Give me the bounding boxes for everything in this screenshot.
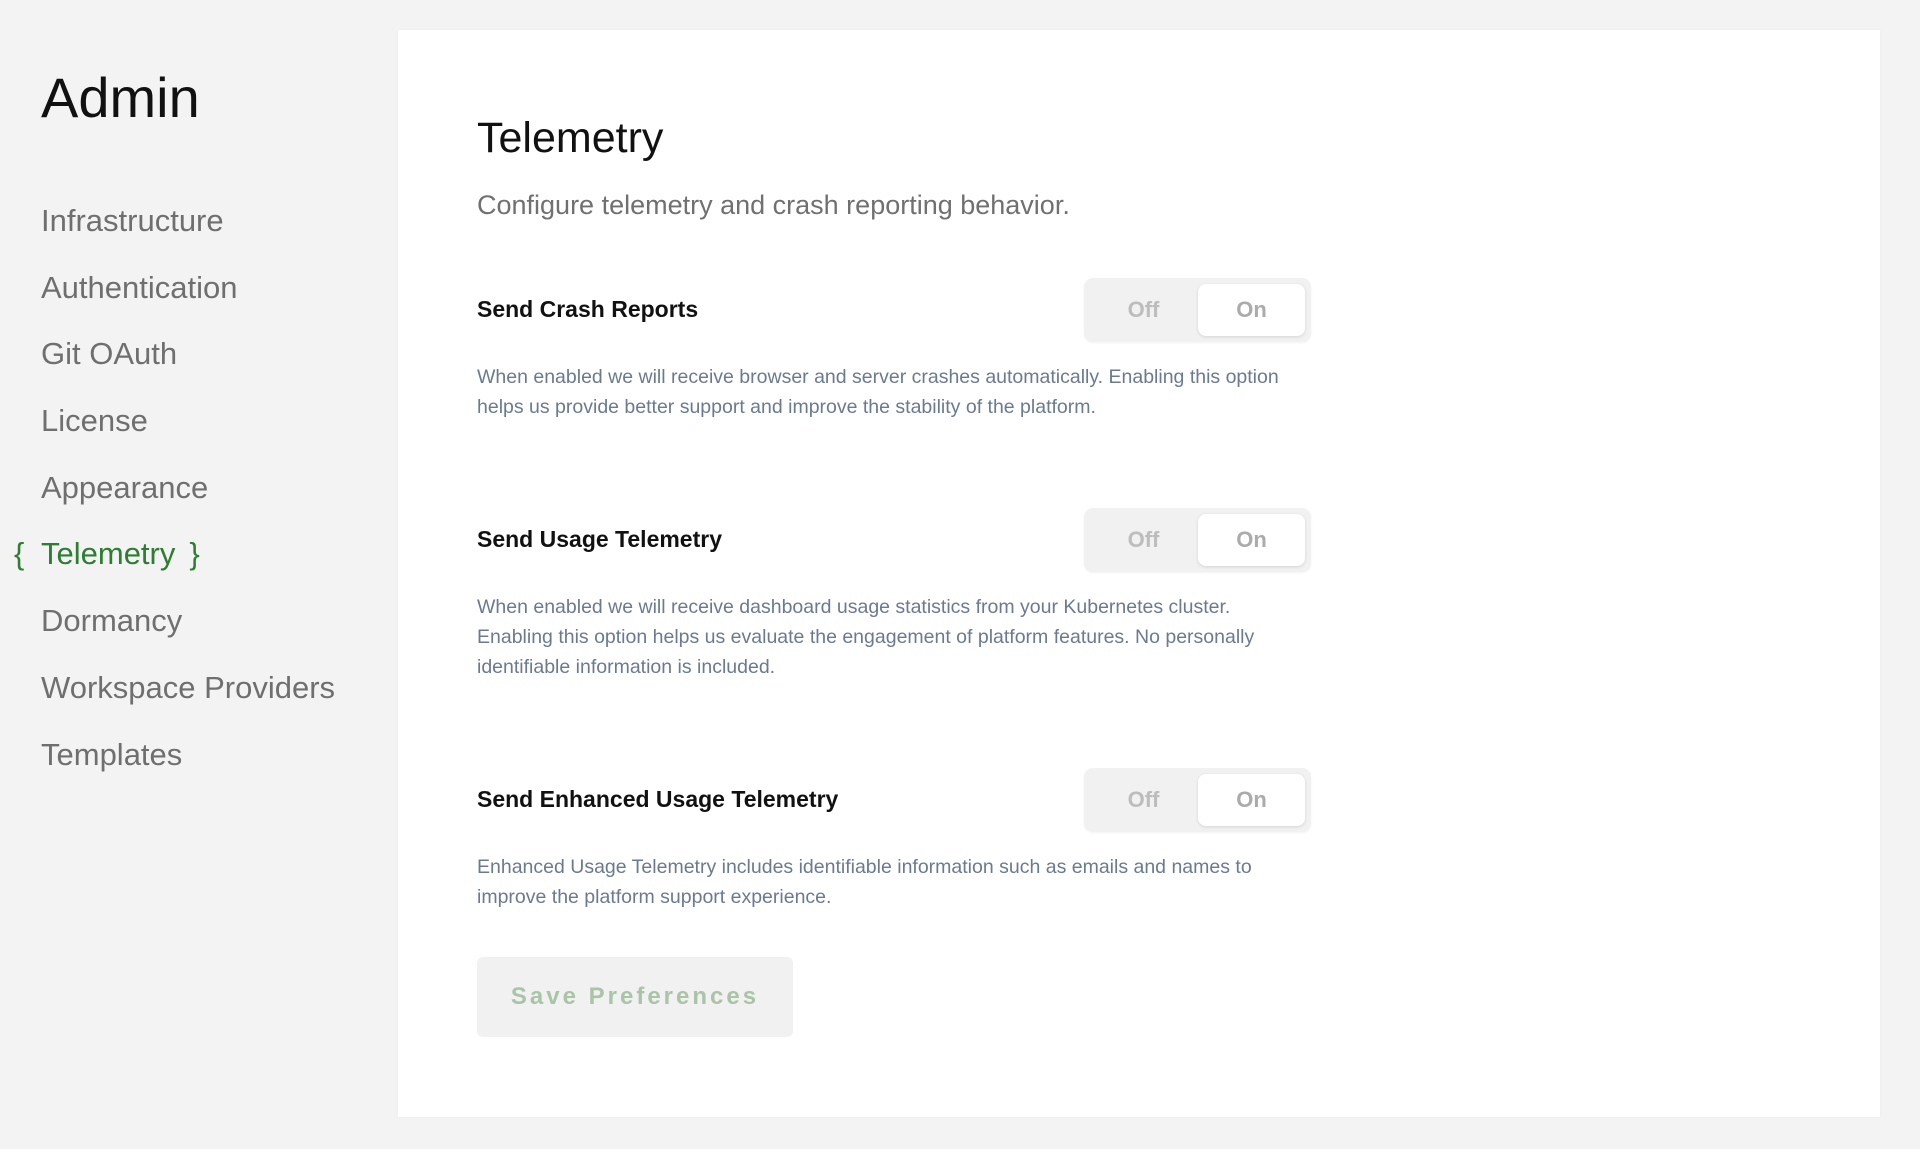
toggle-on-option[interactable]: On (1198, 514, 1305, 566)
setting-description: When enabled we will receive browser and… (477, 366, 1279, 418)
setting-label: Send Usage Telemetry (477, 526, 723, 552)
setting-description: When enabled we will receive dashboard u… (477, 596, 1255, 678)
setting-usage-telemetry: Send Usage Telemetry Off On When enabled… (477, 508, 1311, 708)
toggle-off-option[interactable]: Off (1090, 284, 1197, 336)
sidebar-nav: Infrastructure Authentication Git OAuth … (0, 188, 398, 788)
setting-enhanced-usage-telemetry: Send Enhanced Usage Telemetry Off On Enh… (477, 768, 1311, 948)
setting-description: Enhanced Usage Telemetry includes identi… (477, 856, 1252, 908)
sidebar-item-dormancy[interactable]: Dormancy (0, 588, 398, 655)
sidebar: Admin Infrastructure Authentication Git … (0, 0, 398, 1149)
usage-telemetry-toggle: Off On (1084, 508, 1311, 572)
setting-label: Send Enhanced Usage Telemetry (477, 786, 839, 812)
toggle-on-option[interactable]: On (1198, 774, 1305, 826)
sidebar-item-workspace-providers[interactable]: Workspace Providers (0, 655, 398, 722)
sidebar-item-appearance[interactable]: Appearance (0, 455, 398, 522)
sidebar-item-license[interactable]: License (0, 388, 398, 455)
sidebar-item-authentication[interactable]: Authentication (0, 255, 398, 322)
sidebar-item-infrastructure[interactable]: Infrastructure (0, 188, 398, 255)
sidebar-item-telemetry[interactable]: { Telemetry} (0, 521, 398, 588)
page-subtitle: Configure telemetry and crash reporting … (477, 190, 1070, 220)
sidebar-title: Admin (41, 66, 200, 129)
sidebar-item-templates[interactable]: Templates (0, 722, 398, 789)
save-preferences-button[interactable]: Save Preferences (477, 957, 793, 1037)
crash-reports-toggle: Off On (1084, 278, 1311, 342)
active-brace-close: } (189, 536, 200, 572)
sidebar-item-git-oauth[interactable]: Git OAuth (0, 321, 398, 388)
setting-crash-reports: Send Crash Reports Off On When enabled w… (477, 278, 1311, 458)
page-title: Telemetry (477, 114, 664, 162)
toggle-off-option[interactable]: Off (1090, 774, 1197, 826)
main-panel: Telemetry Configure telemetry and crash … (398, 30, 1880, 1117)
setting-label: Send Crash Reports (477, 296, 699, 322)
toggle-off-option[interactable]: Off (1090, 514, 1197, 566)
toggle-on-option[interactable]: On (1198, 284, 1305, 336)
enhanced-usage-telemetry-toggle: Off On (1084, 768, 1311, 832)
active-brace-open: { (14, 536, 25, 572)
sidebar-item-label: Telemetry (41, 536, 176, 572)
